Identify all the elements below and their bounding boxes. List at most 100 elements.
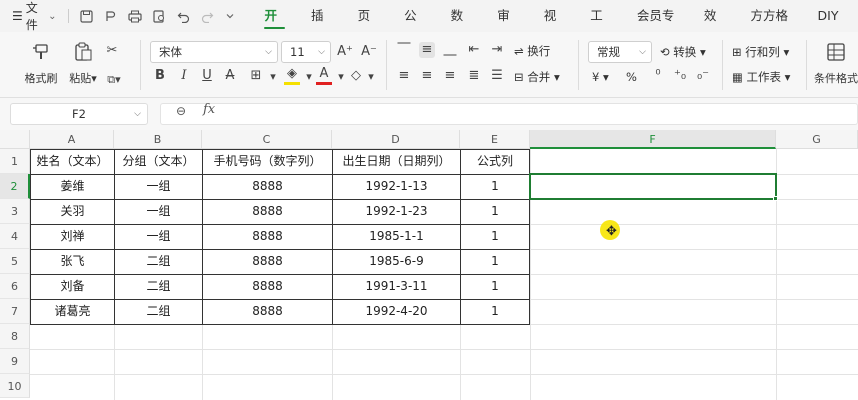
row-header-3[interactable]: 3 xyxy=(0,199,30,224)
tab-view[interactable]: 视图 xyxy=(531,0,578,55)
currency-button[interactable]: ¥ ▾ xyxy=(592,69,609,85)
row-header-1[interactable]: 1 xyxy=(0,149,30,174)
chevron-down-icon[interactable]: ▾ xyxy=(301,69,317,85)
tab-tools[interactable]: 工具 xyxy=(577,0,624,55)
cell-d2[interactable]: 1992-1-13 xyxy=(333,174,460,199)
column-header-e[interactable]: E xyxy=(460,130,530,149)
thousands-separator-icon[interactable]: ⁰ xyxy=(650,68,666,84)
cut-icon[interactable]: ✂ xyxy=(104,43,120,59)
print-icon[interactable] xyxy=(128,10,143,23)
row-header-4[interactable]: 4 xyxy=(0,224,30,249)
row-header-2[interactable]: 2 xyxy=(0,174,30,199)
zoom-icon[interactable]: ⊖ xyxy=(176,104,186,118)
font-name-select[interactable]: 宋体 ⌵ xyxy=(150,41,278,63)
wrap-text-button[interactable]: ⇌ 换行 xyxy=(514,43,550,59)
active-cell-f2[interactable] xyxy=(529,173,777,200)
tab-member[interactable]: 会员专享 xyxy=(624,0,691,55)
conditional-format-button[interactable]: 条件格式 xyxy=(812,32,858,86)
format-painter-button[interactable]: 格式刷 xyxy=(18,32,64,86)
column-header-b[interactable]: B xyxy=(114,130,202,149)
cell-b7[interactable]: 二组 xyxy=(115,299,202,324)
select-all-corner[interactable] xyxy=(0,130,30,149)
cell-a4[interactable]: 刘禅 xyxy=(31,224,114,249)
rows-columns-button[interactable]: ⊞ 行和列 ▾ xyxy=(732,44,789,60)
convert-button[interactable]: ⟲ 转换 ▾ xyxy=(660,44,706,60)
cell-e4[interactable]: 1 xyxy=(461,224,529,249)
spreadsheet-grid[interactable]: A B C D E F G 1 2 3 4 5 6 7 8 9 10 姓名（文本… xyxy=(0,130,858,400)
name-box[interactable]: F2 ⌵ xyxy=(10,103,148,125)
tab-formulas[interactable]: 公式 xyxy=(391,0,438,55)
cell-b4[interactable]: 一组 xyxy=(115,224,202,249)
column-header-g[interactable]: G xyxy=(776,130,858,149)
paste-button[interactable]: 粘贴▾ xyxy=(64,32,102,86)
fill-handle[interactable] xyxy=(773,196,778,201)
chevron-down-icon[interactable]: ▾ xyxy=(265,69,281,85)
row-header-10[interactable]: 10 xyxy=(0,374,30,398)
indent-increase-icon[interactable]: ⇥ xyxy=(489,42,505,58)
cell-a6[interactable]: 刘备 xyxy=(31,274,114,299)
align-right-icon[interactable]: ≡ xyxy=(442,68,458,84)
cell-d4[interactable]: 1985-1-1 xyxy=(333,224,460,249)
save-icon[interactable] xyxy=(80,9,94,23)
clear-format-icon[interactable]: ◇ xyxy=(348,68,364,84)
border-icon[interactable]: ⊞ xyxy=(248,68,264,84)
justify-icon[interactable]: ≣ xyxy=(466,68,482,84)
tab-data[interactable]: 数据 xyxy=(438,0,485,55)
cell-d7[interactable]: 1992-4-20 xyxy=(333,299,460,324)
cell-c3[interactable]: 8888 xyxy=(203,199,332,224)
increase-font-icon[interactable]: A⁺ xyxy=(337,44,353,60)
strikethrough-icon[interactable]: A xyxy=(222,68,238,84)
cell-e7[interactable]: 1 xyxy=(461,299,529,324)
chevron-down-icon[interactable]: ▾ xyxy=(363,69,379,85)
row-header-9[interactable]: 9 xyxy=(0,349,30,374)
cell-b6[interactable]: 二组 xyxy=(115,274,202,299)
font-color-icon[interactable]: A xyxy=(316,66,332,85)
header-cell-group[interactable]: 分组（文本） xyxy=(115,149,202,174)
cell-a7[interactable]: 诸葛亮 xyxy=(31,299,114,324)
tab-fangfang[interactable]: 方方格子 xyxy=(737,0,804,55)
cell-e6[interactable]: 1 xyxy=(461,274,529,299)
percent-button[interactable]: % xyxy=(626,69,637,85)
cell-d6[interactable]: 1991-3-11 xyxy=(333,274,460,299)
align-middle-icon[interactable]: ≡ xyxy=(419,42,435,58)
column-header-d[interactable]: D xyxy=(332,130,460,149)
font-size-select[interactable]: 11 ⌵ xyxy=(281,41,331,63)
cell-e2[interactable]: 1 xyxy=(461,174,529,199)
cell-b5[interactable]: 二组 xyxy=(115,249,202,274)
align-top-icon[interactable]: ⎺ xyxy=(396,42,412,58)
cell-e5[interactable]: 1 xyxy=(461,249,529,274)
file-menu[interactable]: ☰ 文件 ⌄ xyxy=(0,0,56,33)
underline-icon[interactable]: U xyxy=(199,68,215,84)
italic-icon[interactable]: I xyxy=(176,68,192,84)
cell-c4[interactable]: 8888 xyxy=(203,224,332,249)
cell-a3[interactable]: 关羽 xyxy=(31,199,114,224)
merge-button[interactable]: ⊟ 合并 ▾ xyxy=(514,69,560,85)
cell-e3[interactable]: 1 xyxy=(461,199,529,224)
copy-icon[interactable]: ⧉▾ xyxy=(106,72,122,88)
fx-icon[interactable]: fx xyxy=(203,102,215,117)
column-header-a[interactable]: A xyxy=(30,130,114,149)
bold-icon[interactable]: B xyxy=(152,68,168,84)
cell-d5[interactable]: 1985-6-9 xyxy=(333,249,460,274)
tab-efficiency[interactable]: 效率 xyxy=(691,0,738,55)
tab-review[interactable]: 审阅 xyxy=(484,0,531,55)
column-header-f[interactable]: F xyxy=(530,130,776,149)
increase-decimal-icon[interactable]: ⁺₀ xyxy=(672,68,688,84)
print-preview-icon[interactable] xyxy=(153,9,166,23)
header-cell-name[interactable]: 姓名（文本） xyxy=(31,149,114,174)
export-pdf-icon[interactable] xyxy=(104,10,117,23)
cell-c7[interactable]: 8888 xyxy=(203,299,332,324)
tab-insert[interactable]: 插入 xyxy=(298,0,345,55)
number-format-select[interactable]: 常规 ⌵ xyxy=(588,41,652,63)
row-header-6[interactable]: 6 xyxy=(0,274,30,299)
align-left-icon[interactable]: ≡ xyxy=(396,68,412,84)
cell-c6[interactable]: 8888 xyxy=(203,274,332,299)
decrease-font-icon[interactable]: A⁻ xyxy=(361,44,377,60)
decrease-decimal-icon[interactable]: ₀⁻ xyxy=(695,68,711,84)
header-cell-phone[interactable]: 手机号码（数字列） xyxy=(203,149,332,174)
row-header-8[interactable]: 8 xyxy=(0,324,30,349)
cell-c5[interactable]: 8888 xyxy=(203,249,332,274)
undo-icon[interactable] xyxy=(177,10,190,23)
header-cell-birthdate[interactable]: 出生日期（日期列） xyxy=(333,149,460,174)
worksheet-button[interactable]: ▦ 工作表 ▾ xyxy=(732,69,790,85)
